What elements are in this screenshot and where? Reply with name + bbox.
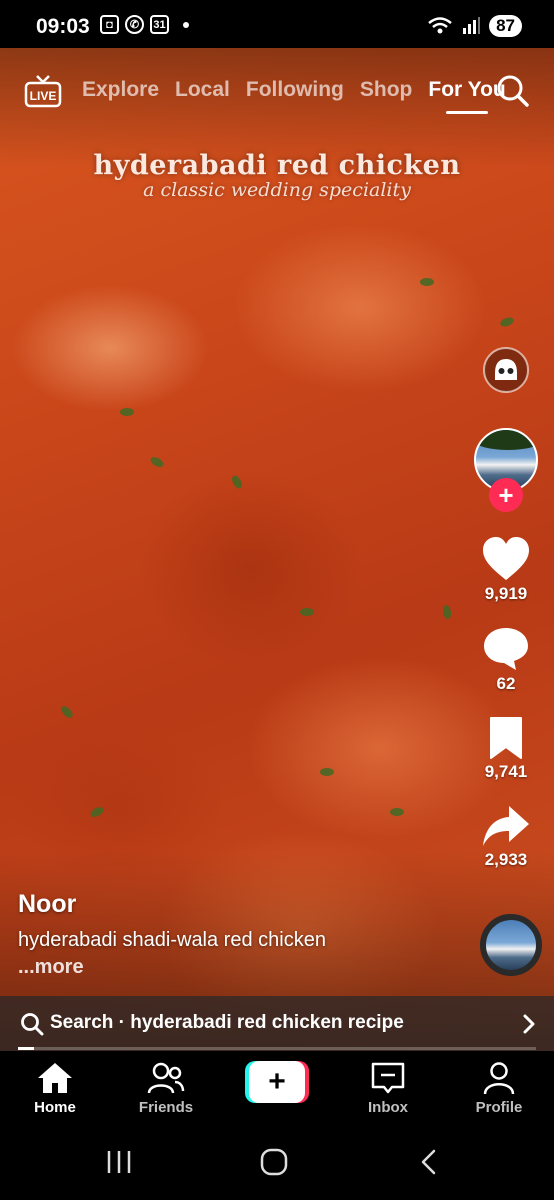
video-texture bbox=[230, 473, 244, 491]
whatsapp-icon: ✆ bbox=[125, 15, 144, 34]
live-label: LIVE bbox=[30, 89, 57, 103]
notification-icons: ◘ ✆ 31 bbox=[100, 15, 189, 34]
effect-button[interactable] bbox=[482, 346, 530, 394]
wifi-icon bbox=[428, 17, 452, 34]
video-texture bbox=[499, 315, 515, 329]
top-nav: LIVE Explore Local Following Shop For Yo… bbox=[0, 72, 554, 114]
video-texture bbox=[320, 768, 334, 776]
tab-for-you[interactable]: For You bbox=[428, 78, 506, 114]
video-texture bbox=[420, 278, 434, 286]
bottom-tab-bar: Home Friends + Inbox Profile bbox=[0, 1051, 554, 1129]
tab-explore[interactable]: Explore bbox=[82, 78, 159, 102]
more-link[interactable]: ...more bbox=[18, 956, 326, 979]
create-button[interactable]: + bbox=[245, 1061, 309, 1103]
tab-profile-label: Profile bbox=[475, 1099, 523, 1116]
bookmark-icon bbox=[489, 717, 522, 759]
feed-tabs: Explore Local Following Shop For You bbox=[82, 78, 506, 114]
home-system-button[interactable] bbox=[260, 1148, 288, 1176]
search-icon bbox=[497, 75, 529, 107]
playback-progress-fill bbox=[18, 1047, 34, 1050]
video-overlay-text: hyderabadi red chicken a classic wedding… bbox=[0, 150, 554, 201]
status-bar: 09:03 ◘ ✆ 31 87 bbox=[0, 0, 554, 48]
video-texture bbox=[59, 704, 75, 720]
tab-inbox-label: Inbox bbox=[368, 1099, 408, 1116]
follow-plus-icon[interactable]: + bbox=[489, 478, 523, 512]
plus-icon: + bbox=[249, 1061, 305, 1103]
chevron-right-icon bbox=[523, 1014, 535, 1034]
video-texture bbox=[390, 808, 404, 816]
tab-friends[interactable]: Friends bbox=[116, 1061, 216, 1116]
tab-local[interactable]: Local bbox=[175, 78, 230, 102]
action-rail: + 9,919 62 9,741 2,933 bbox=[468, 346, 544, 892]
like-button[interactable]: 9,919 bbox=[481, 536, 531, 604]
home-icon bbox=[38, 1063, 72, 1093]
system-nav-bar bbox=[0, 1129, 554, 1200]
comment-count: 62 bbox=[496, 674, 516, 693]
friends-icon bbox=[147, 1062, 185, 1094]
signal-icon bbox=[463, 17, 481, 34]
sound-disc[interactable] bbox=[480, 914, 542, 976]
video-title: hyderabadi red chicken bbox=[93, 150, 461, 181]
profile-icon bbox=[483, 1062, 515, 1095]
post-description: hyderabadi shadi-wala red chicken bbox=[18, 929, 326, 951]
search-suggestion-text: Search · hyderabadi red chicken recipe bbox=[50, 1012, 404, 1033]
live-icon: LIVE bbox=[24, 75, 62, 108]
live-button[interactable]: LIVE bbox=[24, 74, 62, 108]
share-icon bbox=[483, 806, 529, 846]
search-suggestion-bar[interactable]: Search · hyderabadi red chicken recipe bbox=[0, 996, 554, 1051]
status-right: 87 bbox=[427, 15, 522, 37]
recent-apps-button[interactable] bbox=[105, 1149, 133, 1175]
playback-progress[interactable] bbox=[18, 1047, 536, 1050]
tab-home-label: Home bbox=[34, 1099, 76, 1116]
heart-icon bbox=[483, 537, 529, 580]
bookmark-button[interactable]: 9,741 bbox=[484, 716, 528, 782]
calendar-icon: 31 bbox=[150, 15, 169, 34]
share-button[interactable]: 2,933 bbox=[481, 804, 531, 870]
inbox-icon bbox=[371, 1062, 405, 1094]
video-texture bbox=[300, 608, 314, 616]
comment-button[interactable]: 62 bbox=[482, 626, 530, 694]
tab-friends-label: Friends bbox=[138, 1099, 194, 1116]
author-name[interactable]: Noor bbox=[18, 890, 326, 919]
tab-following[interactable]: Following bbox=[246, 78, 344, 102]
screenshot-icon: ◘ bbox=[100, 15, 119, 34]
search-icon bbox=[21, 1013, 44, 1036]
effect-icon bbox=[483, 347, 529, 393]
tab-profile[interactable]: Profile bbox=[449, 1061, 549, 1116]
back-button[interactable] bbox=[418, 1148, 440, 1176]
bookmark-count: 9,741 bbox=[484, 762, 528, 781]
status-time: 09:03 bbox=[36, 15, 90, 38]
video-subtitle: a classic wedding speciality bbox=[143, 179, 411, 201]
video-texture bbox=[148, 455, 166, 469]
tab-inbox[interactable]: Inbox bbox=[338, 1061, 438, 1116]
share-count: 2,933 bbox=[484, 850, 528, 869]
more-notifications-dot bbox=[183, 21, 189, 28]
tab-shop[interactable]: Shop bbox=[360, 78, 413, 102]
creator-avatar-button[interactable]: + bbox=[474, 428, 538, 512]
tab-home[interactable]: Home bbox=[5, 1061, 105, 1116]
video-texture bbox=[88, 805, 106, 819]
post-caption: Noor hyderabadi shadi-wala red chicken .… bbox=[18, 890, 326, 979]
search-button[interactable] bbox=[496, 74, 530, 108]
comment-icon bbox=[484, 628, 528, 670]
like-count: 9,919 bbox=[484, 584, 528, 603]
video-texture bbox=[441, 604, 453, 620]
video-texture bbox=[120, 408, 134, 416]
battery-indicator: 87 bbox=[489, 15, 522, 37]
